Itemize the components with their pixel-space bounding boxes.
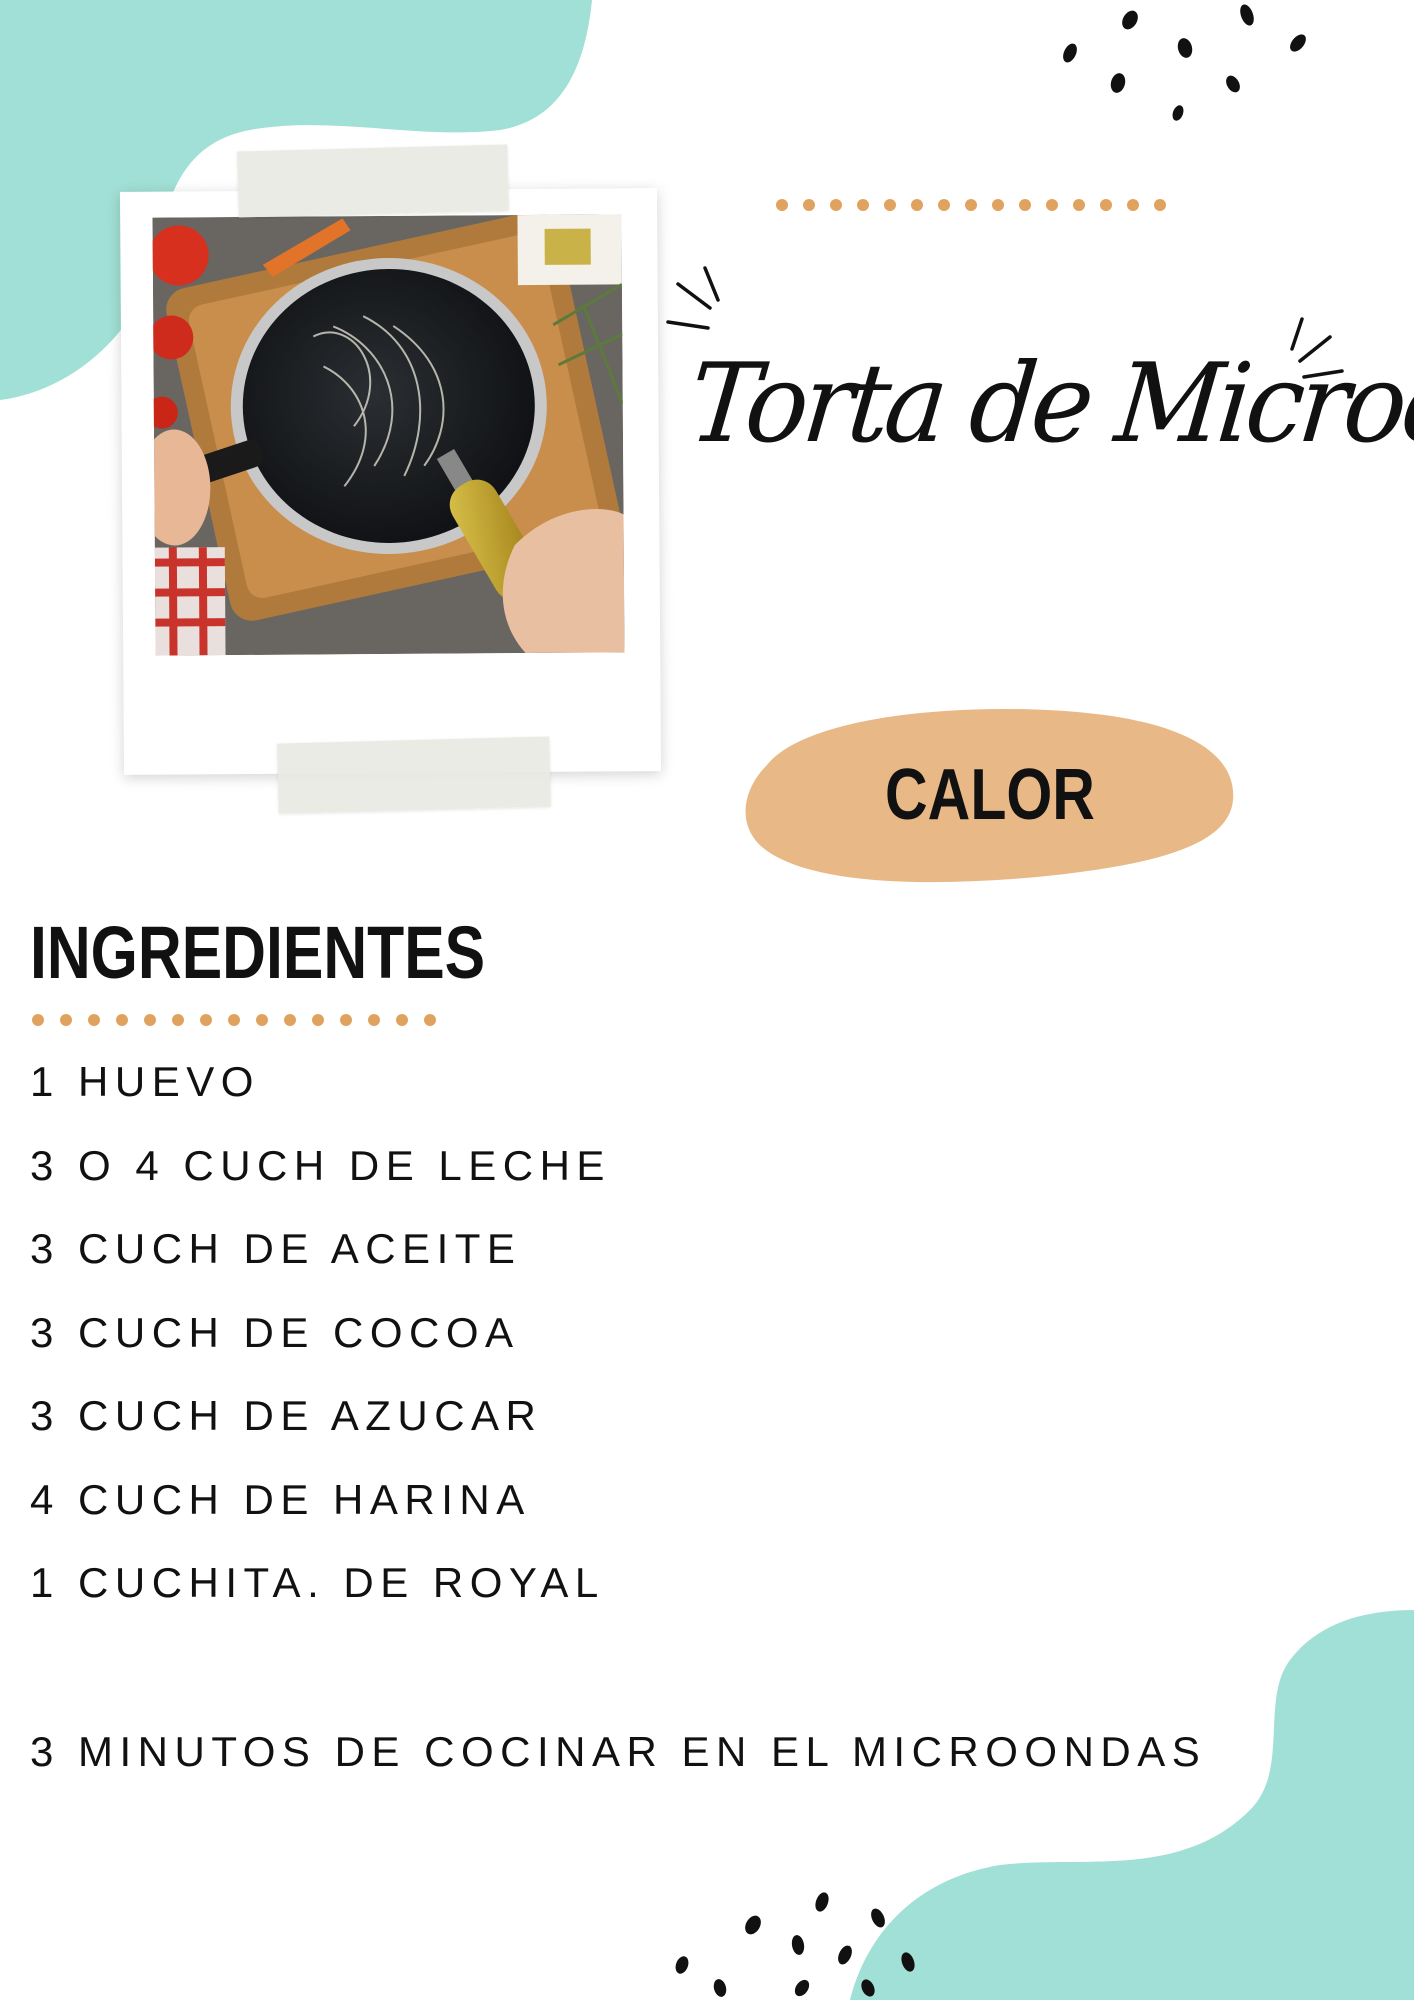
ingredients-heading: INGREDIENTES: [30, 911, 486, 994]
ingredient-item: 3 CUCH DE ACEITE: [30, 1225, 522, 1272]
dotted-divider-ingredients: [32, 1014, 436, 1026]
ingredient-item: 1 HUEVO: [30, 1058, 260, 1105]
ingredient-item: 1 CUCHITA. DE ROYAL: [30, 1559, 605, 1606]
pan-with-oil-photo: [152, 214, 625, 656]
black-speckles-bottom: [675, 1892, 915, 1997]
dotted-divider-top: [776, 199, 1166, 211]
ingredient-item: 3 O 4 CUCH DE LECHE: [30, 1141, 611, 1189]
black-speckles-top-right: [1063, 4, 1306, 121]
ingredients-list: 1 HUEVO 3 O 4 CUCH DE LECHE 3 CUCH DE AC…: [30, 1040, 611, 1625]
ingredient-item: 3 CUCH DE AZUCAR: [30, 1392, 543, 1439]
ingredient-item: 3 CUCH DE COCOA: [30, 1308, 520, 1356]
recipe-title: Torta de Microondas: [683, 338, 1414, 468]
tape-top: [237, 144, 509, 218]
tape-bottom: [277, 736, 551, 814]
ingredient-item: 4 CUCH DE HARINA: [30, 1475, 531, 1523]
badge-label: CALOR: [885, 755, 1095, 835]
cooking-instruction: 3 MINUTOS DE COCINAR EN EL MICROONDAS: [30, 1728, 1207, 1775]
